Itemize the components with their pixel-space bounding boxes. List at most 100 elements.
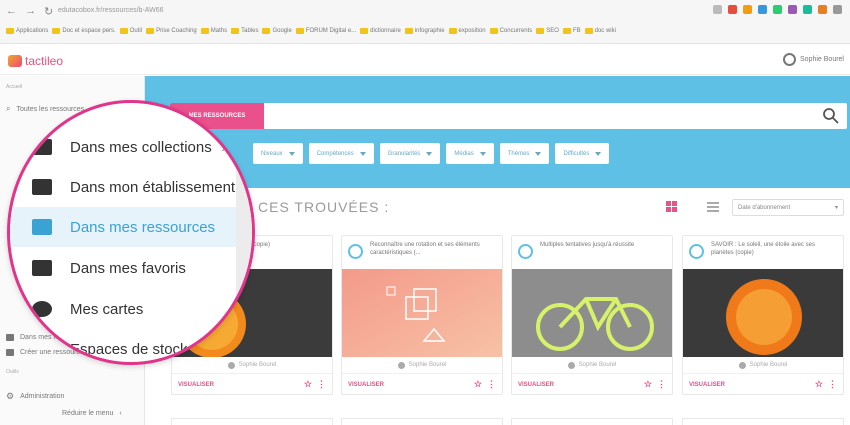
card-image [512,269,672,357]
bookmark[interactable]: Google [262,28,292,34]
bookmark[interactable]: exposition [448,28,486,34]
bookmark[interactable]: Tables [231,28,258,34]
author-avatar-icon [738,361,746,369]
resource-type-icon [689,244,704,259]
search-input[interactable] [170,103,847,129]
user-menu[interactable]: Sophie Bourel [783,53,844,66]
favorites-icon [32,260,52,276]
bookmark[interactable]: Concurrents [489,28,532,34]
filter-difficultes[interactable]: Difficultés [555,143,610,164]
bookmark[interactable]: doc wiki [584,28,616,34]
star-icon[interactable]: ☆ [474,379,482,390]
sidebar-item-admin[interactable]: ⚙ Administration [6,391,64,402]
bookmark[interactable]: Prise Coaching [146,28,197,34]
filter-medias[interactable]: Médias [446,143,494,164]
resource-type-icon [348,244,363,259]
school-icon [32,179,52,195]
menu-item-collections[interactable]: Dans mes collections › [10,127,236,167]
resource-card[interactable]: Reconnaître une rotation et ses éléments… [341,235,503,395]
grid-view-icon[interactable] [666,201,677,212]
bookmark[interactable]: Maths [200,28,227,34]
visualiser-link[interactable]: VISUALISER [518,382,554,388]
resource-card[interactable] [511,418,673,425]
extension-icon[interactable] [803,5,812,14]
extension-icon[interactable] [818,5,827,14]
list-view-icon[interactable] [707,202,719,212]
back-icon[interactable]: ← [6,5,17,18]
resource-card[interactable]: SAVOIR : Le soleil, une étoile avec ses … [682,235,844,395]
map-pin-icon [32,301,52,317]
bookmark[interactable]: FB [562,28,581,34]
author-avatar-icon [567,361,575,369]
menu-item-favoris[interactable]: Dans mes favoris [10,248,236,288]
sort-select[interactable]: Date d'abonnement ▾ [732,199,844,216]
search-icon[interactable] [822,107,840,125]
more-icon[interactable]: ⋮ [317,379,326,390]
reload-icon[interactable]: ↻ [44,5,53,18]
scrollbar[interactable] [236,103,252,362]
menu-item-ressources[interactable]: Dans mes ressources [10,207,236,247]
visualiser-link[interactable]: VISUALISER [178,382,214,388]
star-icon[interactable]: ☆ [644,379,652,390]
bookmark[interactable]: FORUM Digital e... [295,28,356,34]
chevron-left-icon: ‹ [119,410,122,417]
bookmark[interactable]: Outil [119,28,142,34]
browser-toolbar: ← → ↻ edutacobox.fr/ressources/b-AW66 Ap… [0,0,850,44]
menu-item-etablissement[interactable]: Dans mon établissement [10,167,236,207]
address-bar[interactable]: edutacobox.fr/ressources/b-AW66 [58,4,258,18]
extension-icon[interactable] [728,5,737,14]
card-title: Multiples tentatives jusqu'à réussite [540,242,635,248]
filter-competences[interactable]: Compétences [308,143,374,164]
logo[interactable]: tactileo [8,54,63,68]
extension-icon[interactable] [773,5,782,14]
card-author: Sophie Bourel [578,362,617,368]
extension-icon[interactable] [743,5,752,14]
sidebar-section-label: Outils [6,369,19,375]
caret-down-icon [535,151,542,156]
extension-icon[interactable] [788,5,797,14]
zoom-callout: Dans mes collections › Dans mon établiss… [7,100,255,365]
star-icon[interactable]: ☆ [815,379,823,390]
visualiser-link[interactable]: VISUALISER [348,382,384,388]
filter-themes[interactable]: Thèmes [499,143,550,164]
user-name: Sophie Bourel [800,56,844,63]
star-icon[interactable]: ☆ [304,379,312,390]
collection-icon [32,139,52,155]
more-icon[interactable]: ⋮ [828,379,837,390]
menu-item-stockage[interactable]: Espaces de stockage [10,329,236,362]
bookmark[interactable]: dictionnaire [360,28,401,34]
menu-icon[interactable] [833,5,842,14]
resource-type-icon [518,244,533,259]
resource-card[interactable] [682,418,844,425]
card-author: Sophie Bourel [238,362,277,368]
filter-granularites[interactable]: Granularités [379,143,441,164]
sidebar-item-all-resources[interactable]: ⌕ Toutes les ressources [6,104,84,114]
bookmark[interactable]: Applications [6,28,48,34]
bookmarks-bar: Applications Doc et espace pers. Outil P… [6,24,844,38]
bookmark[interactable]: SEO [536,28,559,34]
sidebar-section-label: Accueil [6,84,23,90]
resource-card[interactable] [171,418,333,425]
collapse-menu-button[interactable]: Réduire le menu ‹ [62,410,122,417]
extension-icon[interactable] [758,5,767,14]
resource-card[interactable] [341,418,503,425]
bookmark[interactable]: Doc et espace pers. [52,28,116,34]
caret-down-icon [595,151,602,156]
folder-icon [32,219,52,235]
filter-niveaux[interactable]: Niveaux [253,143,303,164]
logo-icon [8,55,22,67]
visualiser-link[interactable]: VISUALISER [689,382,725,388]
menu-item-cartes[interactable]: Mes cartes [10,289,236,329]
more-icon[interactable]: ⋮ [657,379,666,390]
storage-icon [32,341,52,357]
card-image [342,269,502,357]
gear-icon: ⚙ [6,391,15,401]
caret-down-icon [288,151,295,156]
forward-icon[interactable]: → [25,5,36,18]
extension-icons [713,5,842,14]
star-icon[interactable] [713,5,722,14]
author-avatar-icon [227,361,235,369]
resource-card[interactable]: Multiples tentatives jusqu'à réussite So… [511,235,673,395]
more-icon[interactable]: ⋮ [487,379,496,390]
bookmark[interactable]: infographie [404,28,445,34]
